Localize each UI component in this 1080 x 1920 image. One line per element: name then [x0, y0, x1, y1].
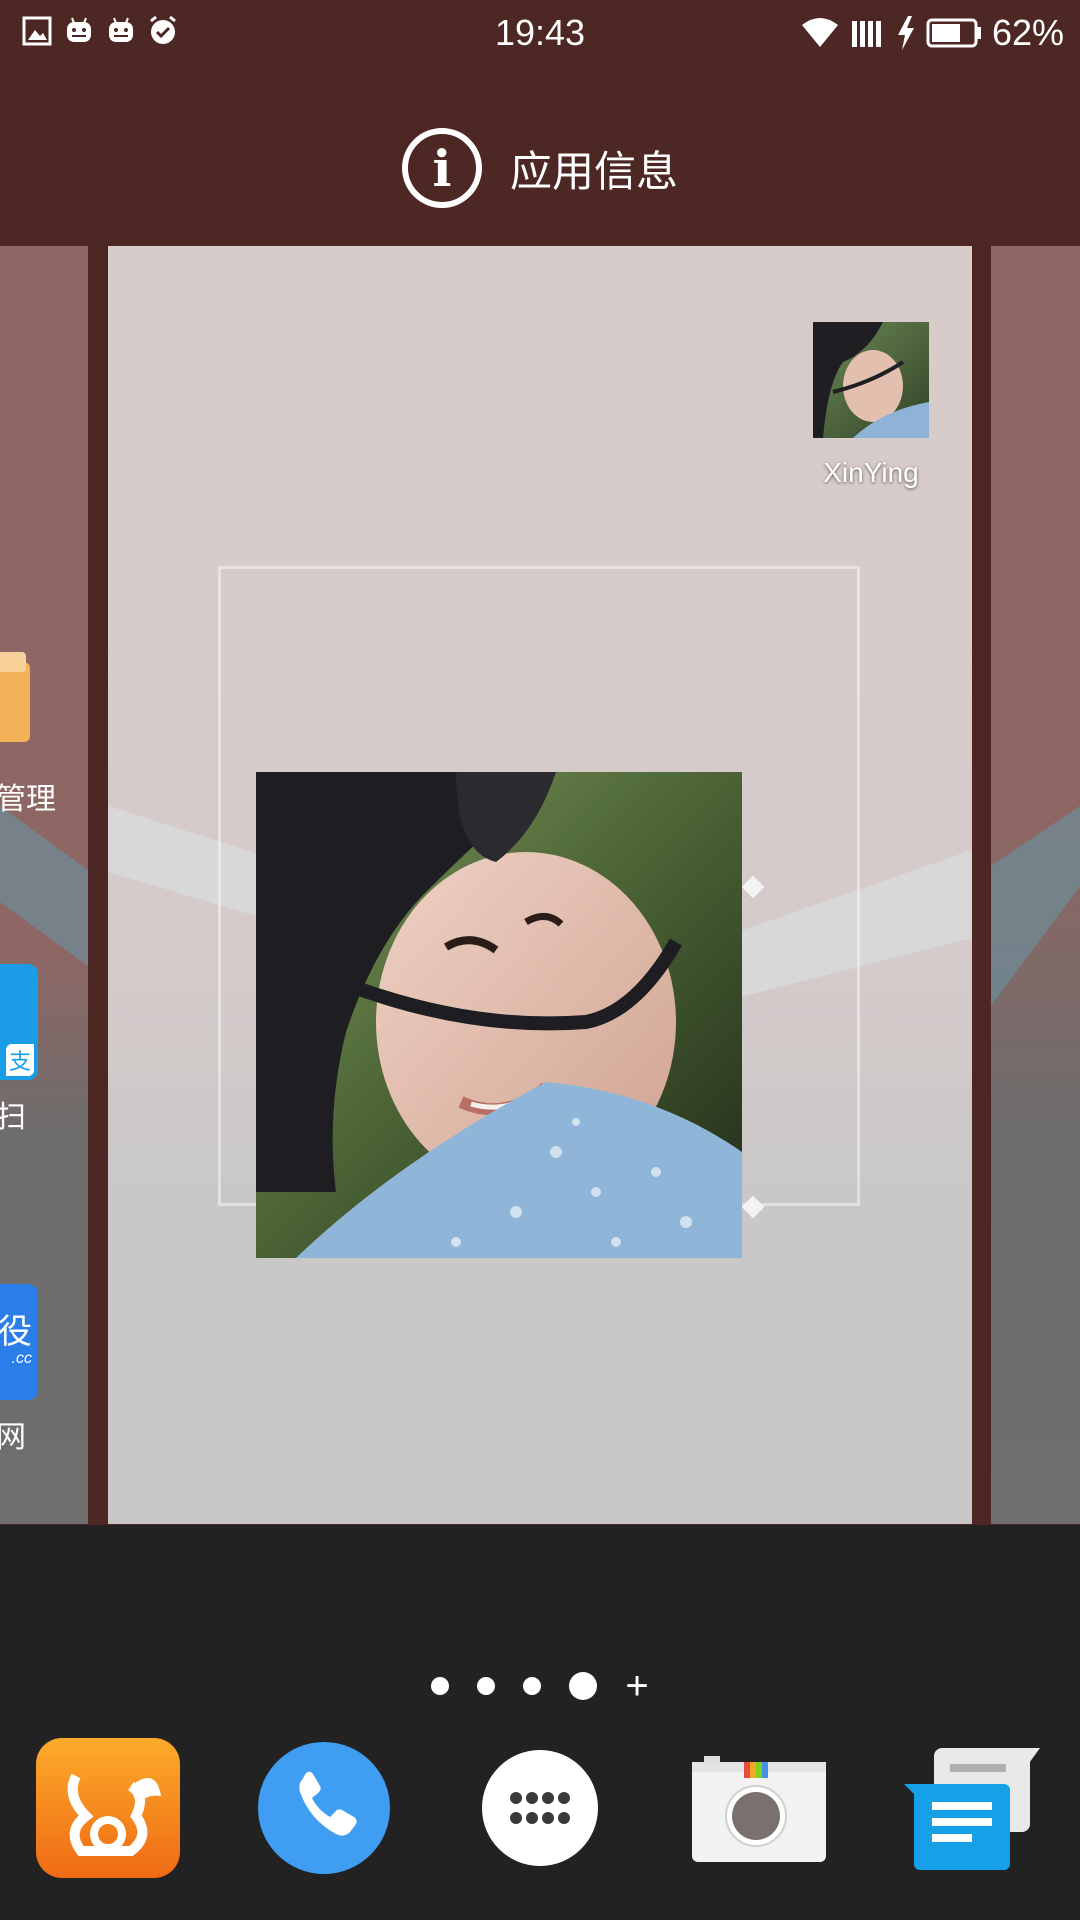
app-info-drop-target[interactable]: i 应用信息 — [0, 120, 1080, 216]
add-page-button[interactable]: + — [625, 1666, 648, 1706]
page-indicator: + — [0, 1666, 1080, 1706]
current-page[interactable]: XinYing — [108, 246, 972, 1524]
home-screen-edit: { "status_bar": { "time": "19:43", "batt… — [0, 0, 1080, 1920]
next-page-preview[interactable] — [991, 246, 1080, 1524]
page-dot[interactable] — [523, 1677, 542, 1695]
messages-icon[interactable] — [900, 1736, 1044, 1880]
resize-handle-bottom-right[interactable] — [741, 1195, 765, 1219]
page-dot[interactable] — [431, 1677, 450, 1695]
camera-icon[interactable] — [684, 1736, 828, 1880]
wifi-icon — [801, 18, 838, 47]
battery-icon — [926, 18, 981, 48]
side-app-label: 扫 — [0, 1101, 26, 1134]
charging-icon — [897, 16, 914, 50]
app-info-label: 应用信息 — [509, 146, 678, 196]
alipay-scan-icon: 支 — [0, 964, 38, 1080]
dock — [0, 1736, 1080, 1886]
app-drawer-icon[interactable] — [468, 1736, 612, 1880]
previous-page-preview[interactable]: 管理 支 扫 役 .cc 网 — [0, 246, 88, 1524]
side-app-label: 网 — [0, 1421, 26, 1454]
resize-handle-right[interactable] — [741, 875, 765, 899]
app-shortcut-xinying[interactable]: XinYing — [806, 322, 936, 489]
battery-percent: 62% — [991, 12, 1064, 53]
file-manager-icon — [0, 652, 30, 742]
app-thumbnail — [813, 322, 929, 438]
photo-widget[interactable] — [256, 772, 742, 1258]
phone-icon[interactable] — [252, 1736, 396, 1880]
status-bar: 19:43 62% — [0, 0, 1080, 66]
web-icon: 役 .cc — [0, 1284, 38, 1400]
info-icon: i — [401, 128, 482, 208]
signal-icon — [851, 21, 881, 47]
page-dot[interactable] — [477, 1677, 496, 1695]
side-app-label: 管理 — [0, 783, 56, 816]
uc-browser-icon[interactable] — [36, 1736, 180, 1880]
page-dot-active[interactable] — [569, 1672, 598, 1700]
app-shortcut-label: XinYing — [823, 457, 919, 488]
